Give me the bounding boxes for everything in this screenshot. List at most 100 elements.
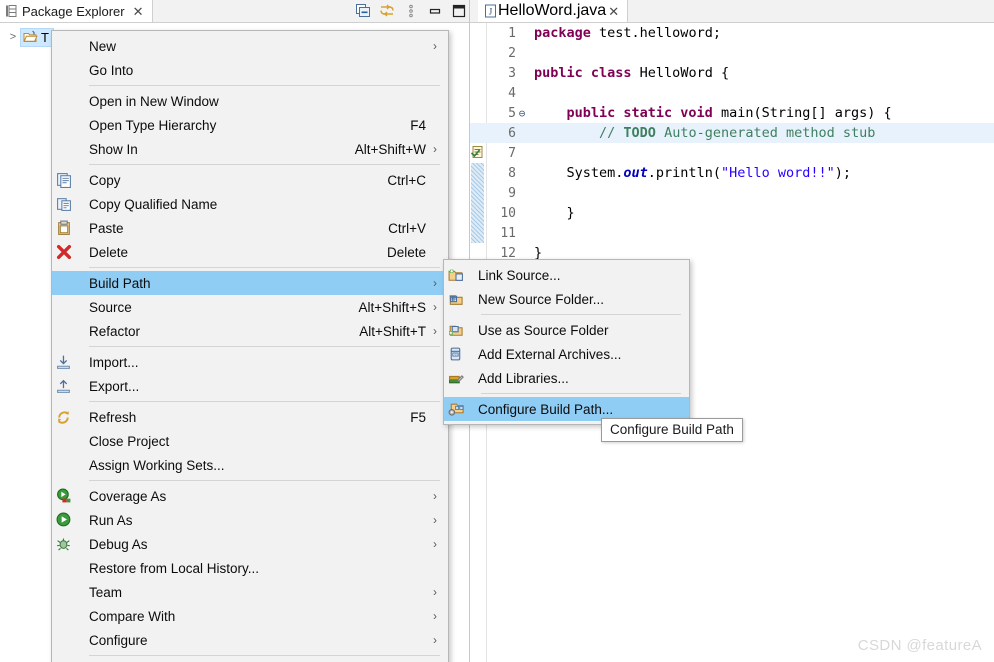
submenu-item-add-external-archives[interactable]: 010Add External Archives...› [444, 342, 689, 366]
no-icon [56, 38, 72, 54]
minimize-icon[interactable] [427, 3, 443, 19]
view-menu-icon[interactable] [403, 3, 419, 19]
menu-item-team[interactable]: Team› [52, 580, 448, 604]
menu-icon-slot [52, 38, 76, 54]
coverage-icon [56, 488, 72, 504]
submenu-item-new-source-folder[interactable]: New Source Folder...› [444, 287, 689, 311]
menu-item-label: Team [76, 585, 426, 600]
menu-item-accelerator: Alt+Shift+T [359, 324, 428, 339]
menu-item-label: Close Project [76, 434, 426, 449]
menu-item-restore-from-local-history[interactable]: Restore from Local History...› [52, 556, 448, 580]
menu-item-compare-with[interactable]: Compare With› [52, 604, 448, 628]
menu-item-export[interactable]: Export...› [52, 374, 448, 398]
submenu-item-add-libraries[interactable]: Add Libraries...› [444, 366, 689, 390]
debug-icon [52, 536, 76, 552]
menu-icon-slot [52, 608, 76, 624]
export-icon [56, 378, 72, 394]
code-line[interactable]: 1package test.helloword; [470, 23, 994, 43]
menu-item-label: Debug As [76, 537, 426, 552]
menu-item-assign-working-sets[interactable]: Assign Working Sets...› [52, 453, 448, 477]
tab-helloword-java[interactable]: J HelloWord.java ✕ [478, 0, 628, 22]
submenu-item-link-source[interactable]: Link Source...› [444, 263, 689, 287]
line-number: 7 [486, 144, 516, 164]
menu-item-accelerator: Ctrl+V [388, 221, 428, 236]
copy-qualified-name-icon [52, 196, 76, 212]
chevron-right-icon: › [428, 489, 442, 503]
project-context-menu[interactable]: New›Go Into›Open in New Window›Open Type… [51, 30, 449, 662]
chevron-right-icon: › [428, 585, 442, 599]
menu-item-refactor[interactable]: RefactorAlt+Shift+T› [52, 319, 448, 343]
menu-item-copy[interactable]: CopyCtrl+C› [52, 168, 448, 192]
menu-item-debug-as[interactable]: Debug As› [52, 532, 448, 556]
no-icon [56, 93, 72, 109]
no-icon [56, 457, 72, 473]
menu-item-source[interactable]: SourceAlt+Shift+S› [52, 295, 448, 319]
tab-package-explorer[interactable]: Package Explorer ✕ [0, 0, 153, 22]
menu-item-go-into[interactable]: Go Into› [52, 58, 448, 82]
menu-item-open-type-hierarchy[interactable]: Open Type HierarchyF4› [52, 113, 448, 137]
menu-item-label: Export... [76, 379, 426, 394]
close-icon[interactable]: ✕ [606, 5, 621, 18]
menu-item-label: Restore from Local History... [76, 561, 426, 576]
menu-item-accelerator: F5 [410, 410, 428, 425]
menu-item-delete[interactable]: DeleteDelete› [52, 240, 448, 264]
menu-item-label: Import... [76, 355, 426, 370]
menu-icon-slot [52, 323, 76, 339]
menu-item-show-in[interactable]: Show InAlt+Shift+W› [52, 137, 448, 161]
menu-item-refresh[interactable]: RefreshF5› [52, 405, 448, 429]
code-line[interactable]: 2 [470, 43, 994, 63]
menu-item-label: Open in New Window [76, 94, 426, 109]
menu-item-import[interactable]: Import...› [52, 350, 448, 374]
submenu-item-use-as-source-folder[interactable]: Use as Source Folder› [444, 318, 689, 342]
code-line[interactable]: 8 System.out.println("Hello word!!"); [470, 163, 994, 183]
menu-item-build-path[interactable]: Build Path› [52, 271, 448, 295]
tree-item-selected[interactable]: T [20, 28, 54, 47]
menu-item-label: Use as Source Folder [468, 323, 669, 338]
code-line[interactable]: 3public class HelloWord { [470, 63, 994, 83]
package-explorer-tabbar: Package Explorer ✕ [0, 0, 469, 23]
menu-item-close-project[interactable]: Close Project› [52, 429, 448, 453]
menu-item-open-in-new-window[interactable]: Open in New Window› [52, 89, 448, 113]
line-number: 6 [486, 124, 516, 144]
line-number: 8 [486, 164, 516, 184]
menu-item-paste[interactable]: PasteCtrl+V› [52, 216, 448, 240]
tooltip: Configure Build Path [601, 418, 743, 442]
menu-item-coverage-as[interactable]: Coverage As› [52, 484, 448, 508]
import-icon [56, 354, 72, 370]
code-line[interactable]: 10 } [470, 203, 994, 223]
menu-item-accelerator: Delete [387, 245, 428, 260]
chevron-right-icon: › [428, 633, 442, 647]
export-icon [52, 378, 76, 394]
no-icon [56, 299, 72, 315]
menu-separator [89, 346, 440, 347]
menu-item-label: Show In [76, 142, 355, 157]
code-line[interactable]: 4 [470, 83, 994, 103]
menu-item-configure[interactable]: Configure› [52, 628, 448, 652]
link-source-icon [448, 267, 464, 283]
run-icon [56, 512, 72, 528]
chevron-right-icon: › [428, 39, 442, 53]
code-line[interactable]: 9 [470, 183, 994, 203]
no-icon [56, 141, 72, 157]
fold-marker-icon[interactable]: ⊖ [516, 104, 528, 124]
code-line[interactable]: 6 // TODO Auto-generated method stub [470, 123, 994, 143]
menu-item-run-as[interactable]: Run As› [52, 508, 448, 532]
menu-item-new[interactable]: New› [52, 34, 448, 58]
use-as-source-folder-icon [448, 322, 464, 338]
code-line[interactable]: 5⊖ public static void main(String[] args… [470, 103, 994, 123]
code-text: System.out.println("Hello word!!"); [534, 165, 851, 181]
menu-item-copy-qualified-name[interactable]: Copy Qualified Name› [52, 192, 448, 216]
collapse-all-icon[interactable] [355, 3, 371, 19]
close-icon[interactable]: ✕ [131, 5, 146, 18]
menu-item-label: Add External Archives... [468, 347, 669, 362]
menu-item-label: Refactor [76, 324, 359, 339]
code-text: package test.helloword; [534, 25, 721, 41]
build-path-submenu[interactable]: Link Source...›New Source Folder...› Use … [443, 259, 690, 425]
link-with-editor-icon[interactable] [379, 3, 395, 19]
code-line[interactable]: 7 [470, 143, 994, 163]
maximize-icon[interactable] [451, 3, 467, 19]
code-line[interactable]: 11 [470, 223, 994, 243]
chevron-right-icon[interactable]: > [6, 31, 20, 43]
chevron-right-icon: › [428, 609, 442, 623]
menu-icon-slot [52, 141, 76, 157]
